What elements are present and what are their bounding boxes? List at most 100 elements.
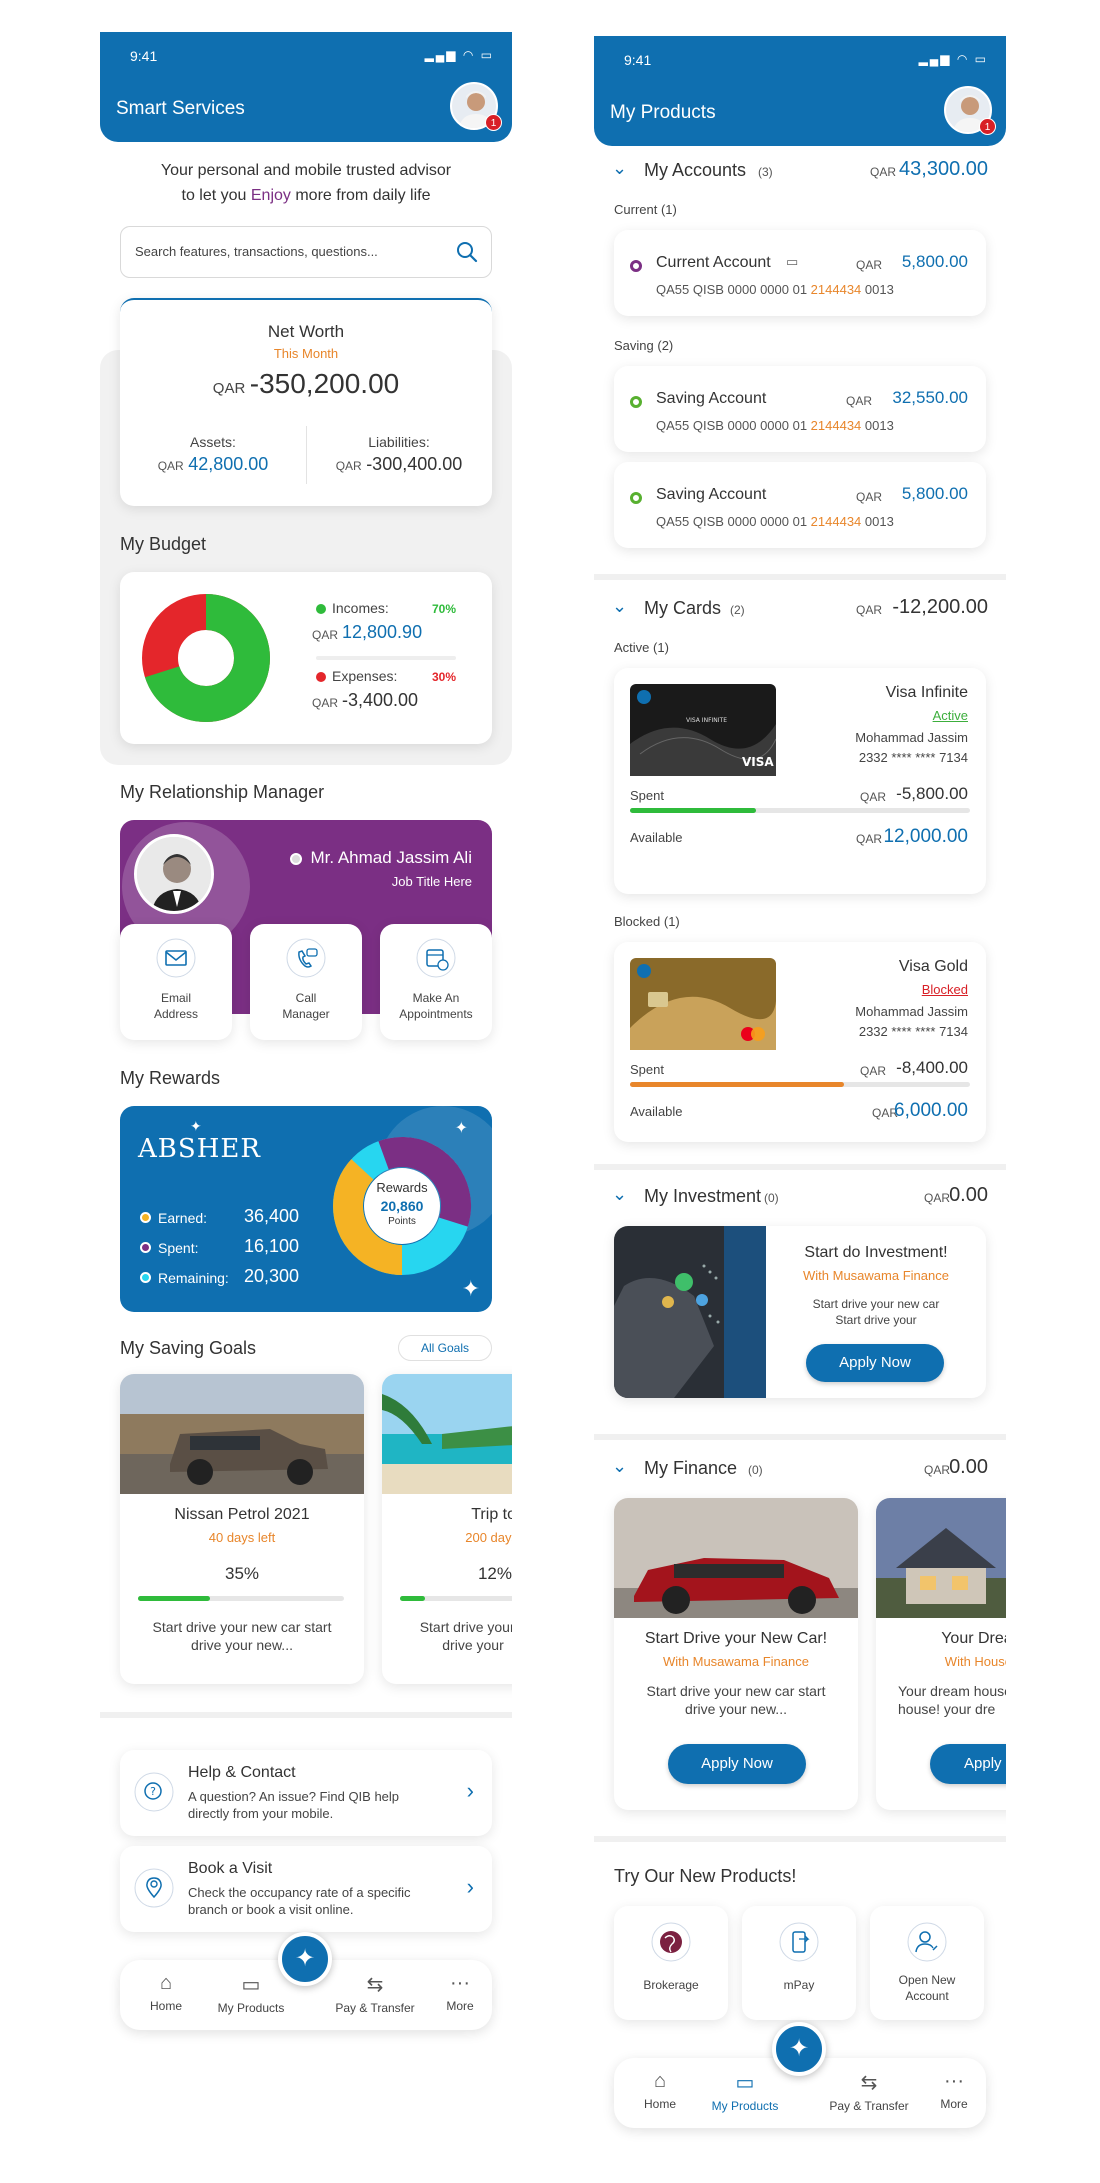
- envelope-icon: [156, 938, 196, 978]
- available-label: Available: [630, 830, 683, 845]
- absher-logo: ABSHER: [138, 1134, 261, 1164]
- expenses-value: -3,400.00: [342, 690, 419, 710]
- available-value: 12,000.00: [883, 826, 968, 847]
- car-image: [120, 1374, 364, 1494]
- book-visit-card[interactable]: Book a Visit Check the occupancy rate of…: [120, 1846, 492, 1932]
- nav-pay-label: Pay & Transfer: [829, 2099, 909, 2113]
- budget-card[interactable]: Incomes: 70% QAR 12,800.90 Expenses: 30%…: [120, 572, 492, 744]
- nav-home[interactable]: ⌂ Home: [632, 2070, 688, 2111]
- nav-my-products[interactable]: ▭ My Products: [206, 1972, 296, 2015]
- currency-label: QAR: [859, 790, 886, 804]
- desc-line1: Start drive your new car start: [646, 1683, 826, 1699]
- desc-line1: Start drive your new car start: [152, 1619, 332, 1635]
- liabilities-amount: QAR -300,400.00: [306, 454, 492, 475]
- investment-title: My Investment: [644, 1186, 762, 1206]
- desc-line2: drive your: [442, 1637, 504, 1653]
- finance-section-header[interactable]: ⌄ My Finance (0) QAR 0.00: [594, 1456, 1006, 1486]
- rewards-center-unit: Points: [388, 1216, 416, 1227]
- apply-now-button[interactable]: Apply Now: [668, 1744, 806, 1784]
- account-card[interactable]: Current Account ▭ QAR 5,800.00 QA55 QISB…: [614, 230, 986, 316]
- rewards-card[interactable]: ABSHER ✦ Earned: 36,400 Spent: 16,100 Re…: [120, 1106, 492, 1312]
- account-card[interactable]: Saving Account QAR 32,550.00 QA55 QISB 0…: [614, 366, 986, 452]
- currency-label: QAR: [855, 832, 882, 846]
- card-name: Visa Infinite: [885, 684, 968, 701]
- chevron-down-icon[interactable]: ⌄: [612, 1456, 627, 1477]
- briefcase-icon: ▭: [735, 2072, 755, 2094]
- help-contact-card[interactable]: ? Help & Contact A question? An issue? F…: [120, 1750, 492, 1836]
- active-group-label: Active (1): [614, 640, 669, 655]
- current-group-label: Current (1): [614, 202, 677, 217]
- incomes-percent: 70%: [432, 602, 457, 616]
- label-line1: Open New: [898, 1973, 956, 1987]
- new-products-title: Try Our New Products!: [614, 1866, 797, 1886]
- new-product-mpay[interactable]: mPay: [742, 1906, 856, 2020]
- help-chat-icon: ?: [134, 1772, 174, 1812]
- finance-offer-description: Start drive your new car start drive your…: [614, 1682, 858, 1718]
- section-divider: [594, 1434, 1006, 1440]
- nav-my-products[interactable]: ▭ My Products: [700, 2070, 790, 2113]
- make-appointment-button[interactable]: Make An Appointments: [380, 924, 492, 1040]
- assistant-fab-button[interactable]: ✦: [772, 2022, 826, 2076]
- remaining-value: 20,300: [244, 1266, 300, 1286]
- cards-section-header[interactable]: ⌄ My Cards (2) QAR -12,200.00: [594, 596, 1006, 626]
- apply-now-button[interactable]: Apply N: [930, 1744, 1006, 1784]
- currency-label: QAR: [312, 696, 339, 710]
- call-manager-button[interactable]: Call Manager: [250, 924, 362, 1040]
- account-number: QA55 QISB 0000 0000 01 2144434 0013: [656, 514, 894, 529]
- finance-offer-card[interactable]: Start Drive your New Car! With Musawama …: [614, 1498, 858, 1810]
- investment-promo-card[interactable]: Start do Investment! With Musawama Finan…: [614, 1226, 986, 1398]
- tagline-enjoy: Enjoy: [250, 187, 291, 204]
- transfer-icon: ⇆: [366, 1974, 384, 1996]
- bank-card-item[interactable]: Visa Gold Blocked Mohammad Jassim 2332 *…: [614, 942, 986, 1142]
- account-card[interactable]: Saving Account QAR 5,800.00 QA55 QISB 00…: [614, 462, 986, 548]
- chevron-down-icon[interactable]: ⌄: [612, 596, 627, 617]
- nav-more[interactable]: ··· More: [932, 2070, 976, 2111]
- net-worth-card[interactable]: Net Worth This Month QAR -350,200.00 Ass…: [120, 298, 492, 506]
- briefcase-icon: ▭: [241, 1974, 261, 1996]
- accounts-section-header[interactable]: ⌄ My Accounts (3) QAR 43,300.00: [594, 158, 1006, 188]
- chevron-right-icon[interactable]: ›: [467, 1778, 474, 1804]
- search-box[interactable]: Search features, transactions, questions…: [120, 226, 492, 278]
- email-address-button[interactable]: Email Address: [120, 924, 232, 1040]
- label-line2: Address: [153, 1007, 199, 1021]
- nav-more-label: More: [446, 1999, 474, 2013]
- new-product-open-account[interactable]: Open New Account: [870, 1906, 984, 2020]
- account-dot: [630, 260, 642, 272]
- account-name: Current Account: [656, 254, 771, 271]
- nav-home[interactable]: ⌂ Home: [138, 1972, 194, 2013]
- bank-card-item[interactable]: VISA INFINITE VISA Visa Infinite Active M…: [614, 668, 986, 894]
- tagline-line2: to let you Enjoy more from daily life: [100, 183, 512, 208]
- chevron-down-icon[interactable]: ⌄: [612, 1184, 627, 1205]
- all-goals-button[interactable]: All Goals: [398, 1335, 492, 1361]
- investment-count: (0): [764, 1191, 779, 1205]
- card-status: Blocked: [921, 982, 968, 997]
- chevron-right-icon[interactable]: ›: [467, 1874, 474, 1900]
- saving-goal-card[interactable]: Trip to C 200 days 12% Start drive your …: [382, 1374, 512, 1684]
- goal-description: Start drive your new car start drive your…: [120, 1618, 364, 1654]
- iban-suffix: 0013: [861, 514, 894, 529]
- apply-now-button[interactable]: Apply Now: [806, 1344, 944, 1382]
- investment-section-header[interactable]: ⌄ My Investment (0) QAR 0.00: [594, 1184, 1006, 1214]
- label-line2: Account: [905, 1989, 949, 2003]
- nav-pay-transfer[interactable]: ⇆ Pay & Transfer: [824, 2070, 914, 2113]
- new-product-brokerage[interactable]: Brokerage: [614, 1906, 728, 2020]
- chevron-down-icon[interactable]: ⌄: [612, 158, 627, 179]
- assistant-fab-button[interactable]: ✦: [278, 1932, 332, 1986]
- desc-line1: Check the occupancy rate of a specific: [188, 1885, 411, 1900]
- visit-description: Check the occupancy rate of a specific br…: [188, 1884, 411, 1918]
- sparkle-icon: ✦: [454, 1120, 468, 1137]
- beach-image: [382, 1374, 512, 1494]
- my-products-screen: 9:41 ▂▄▆ ◠ ▭ My Products 1 ⌄ My Accounts…: [594, 36, 1006, 2166]
- iban-suffix: 0013: [861, 418, 894, 433]
- currency-label: QAR: [859, 1064, 886, 1078]
- search-input[interactable]: Search features, transactions, questions…: [135, 244, 378, 259]
- sparkle-icon: ✦: [788, 2035, 810, 2062]
- saving-goal-card[interactable]: Nissan Petrol 2021 40 days left 35% Star…: [120, 1374, 364, 1684]
- assets-label: Assets:: [190, 434, 236, 450]
- account-balance: 5,800.00: [901, 252, 968, 271]
- search-icon[interactable]: [455, 240, 479, 264]
- liabilities-label: Liabilities:: [368, 434, 430, 450]
- nav-pay-transfer[interactable]: ⇆ Pay & Transfer: [330, 1972, 420, 2015]
- nav-more[interactable]: ··· More: [438, 1972, 482, 2013]
- finance-offer-card[interactable]: Your Dream With House Your dream house ho…: [876, 1498, 1006, 1810]
